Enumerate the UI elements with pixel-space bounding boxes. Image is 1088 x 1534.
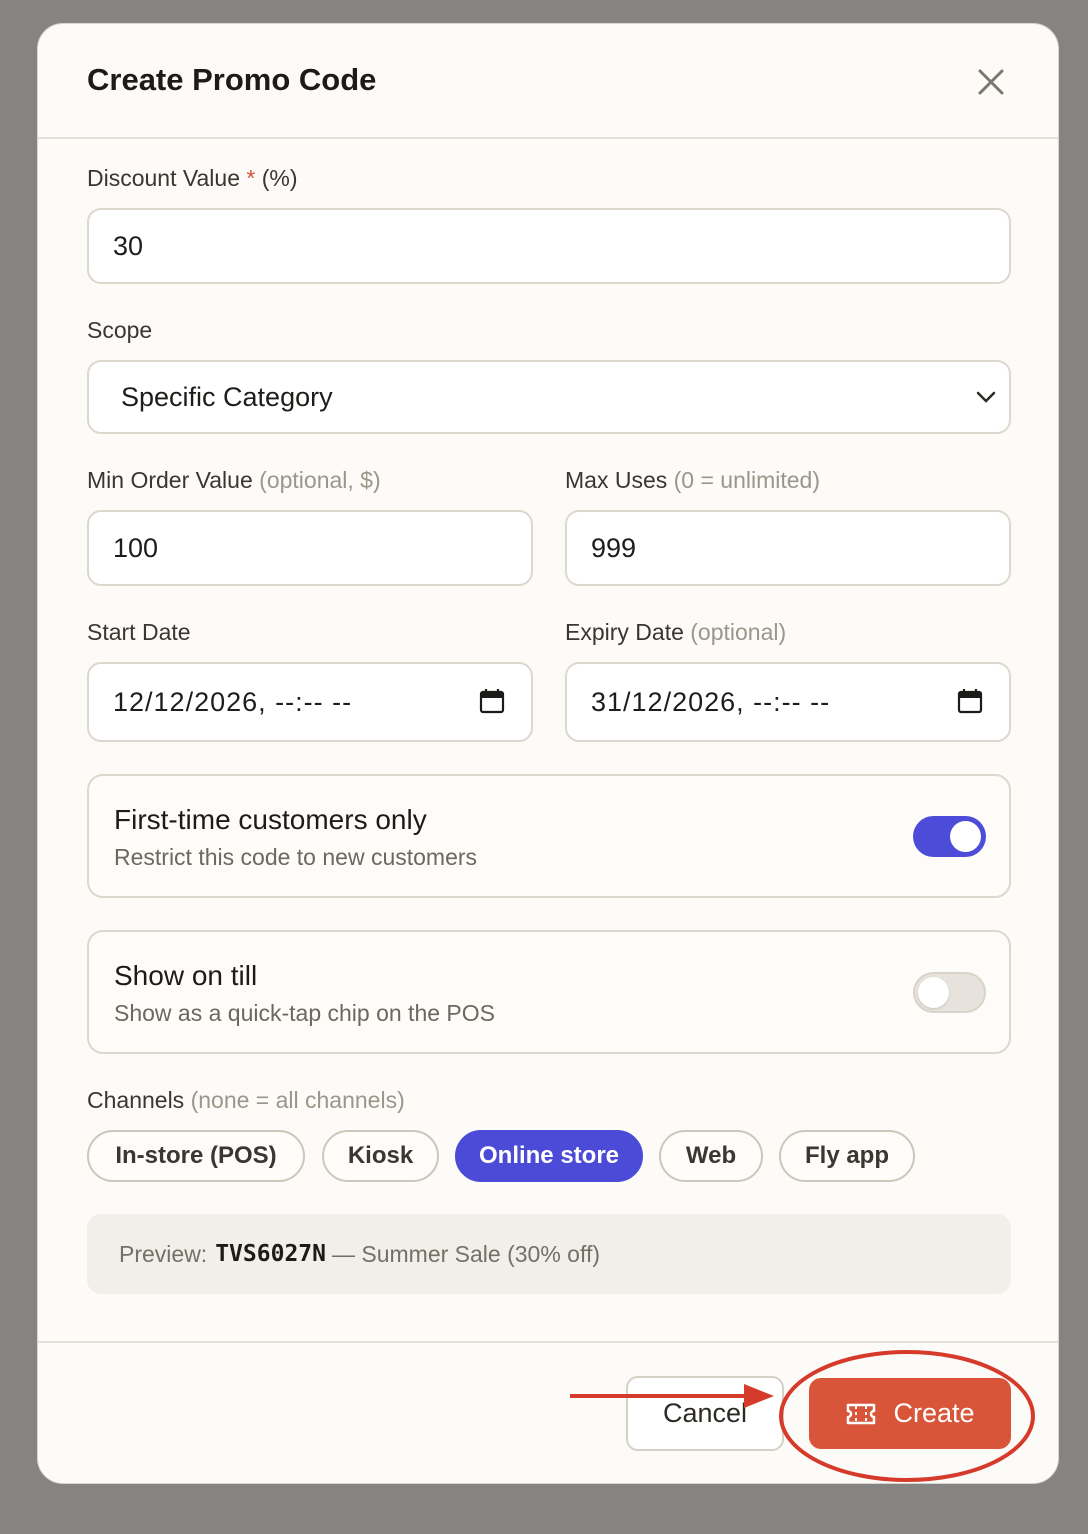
channels-hint: (none = all channels) — [190, 1087, 405, 1113]
scope-select[interactable]: Specific Category — [87, 360, 1011, 434]
create-button[interactable]: Create — [809, 1378, 1011, 1449]
channel-chip-online-store[interactable]: Online store — [455, 1130, 643, 1182]
expiry-date-hint: (optional) — [690, 619, 787, 645]
code-preview: Preview: TVS6027N — Summer Sale (30% off… — [87, 1214, 1011, 1294]
required-mark: * — [246, 165, 256, 191]
show-on-till-title: Show on till — [114, 960, 258, 991]
start-date-value: 12/12/2026, --:-- -- — [113, 686, 353, 717]
scope-label: Scope — [87, 317, 153, 343]
toggle-knob — [918, 977, 949, 1008]
max-uses-label-text: Max Uses — [565, 467, 668, 493]
close-icon[interactable] — [973, 64, 1009, 100]
max-uses-label: Max Uses (0 = unlimited) — [565, 467, 820, 494]
create-promo-dialog: Create Promo Code Discount Value * (%) 3… — [37, 23, 1059, 1484]
channel-chip-fly-app[interactable]: Fly app — [779, 1130, 915, 1182]
channels-label-text: Channels — [87, 1087, 185, 1113]
discount-label: Discount Value * (%) — [87, 165, 298, 192]
ticket-icon — [847, 1403, 876, 1424]
create-button-label: Create — [893, 1398, 975, 1428]
start-date-input[interactable]: 12/12/2026, --:-- -- — [87, 662, 533, 742]
calendar-icon[interactable] — [479, 688, 505, 714]
cancel-button[interactable]: Cancel — [626, 1376, 784, 1451]
show-on-till-card: Show on till Show as a quick-tap chip on… — [87, 930, 1011, 1054]
scope-selected-value: Specific Category — [121, 381, 333, 412]
dialog-header: Create Promo Code — [38, 24, 1058, 139]
first-time-title: First-time customers only — [114, 804, 427, 835]
channel-chip-kiosk[interactable]: Kiosk — [322, 1130, 439, 1182]
max-uses-hint: (0 = unlimited) — [673, 467, 821, 493]
chevron-down-icon — [976, 391, 996, 403]
show-on-till-subtitle: Show as a quick-tap chip on the POS — [114, 1000, 495, 1026]
min-order-value: 100 — [113, 532, 159, 563]
first-time-toggle[interactable] — [913, 816, 986, 857]
dialog-title: Create Promo Code — [87, 62, 377, 97]
channels-label: Channels (none = all channels) — [87, 1087, 405, 1114]
min-order-hint: (optional, $) — [259, 467, 381, 493]
channel-chip-web[interactable]: Web — [659, 1130, 763, 1182]
min-order-label: Min Order Value (optional, $) — [87, 467, 381, 494]
discount-unit: (%) — [261, 165, 298, 191]
min-order-input[interactable]: 100 — [87, 510, 533, 586]
first-time-subtitle: Restrict this code to new customers — [114, 844, 478, 870]
expiry-date-value: 31/12/2026, --:-- -- — [591, 686, 831, 717]
toggle-knob — [950, 821, 981, 852]
first-time-customers-card: First-time customers only Restrict this … — [87, 774, 1011, 898]
calendar-icon[interactable] — [957, 688, 983, 714]
preview-prefix: Preview: — [119, 1240, 208, 1267]
expiry-date-label-text: Expiry Date — [565, 619, 684, 645]
channel-chip-in-store[interactable]: In-store (POS) — [87, 1130, 305, 1182]
discount-value-input[interactable]: 30 — [87, 208, 1011, 284]
min-order-label-text: Min Order Value — [87, 467, 253, 493]
show-on-till-toggle[interactable] — [913, 972, 986, 1013]
preview-code: TVS6027N — [215, 1241, 326, 1267]
discount-value-text: 30 — [113, 230, 144, 261]
expiry-date-label: Expiry Date (optional) — [565, 619, 786, 646]
start-date-label: Start Date — [87, 619, 191, 645]
preview-suffix: — Summer Sale (30% off) — [331, 1240, 600, 1267]
max-uses-value: 999 — [591, 532, 637, 563]
expiry-date-input[interactable]: 31/12/2026, --:-- -- — [565, 662, 1011, 742]
discount-label-text: Discount Value — [87, 165, 240, 191]
max-uses-input[interactable]: 999 — [565, 510, 1011, 586]
